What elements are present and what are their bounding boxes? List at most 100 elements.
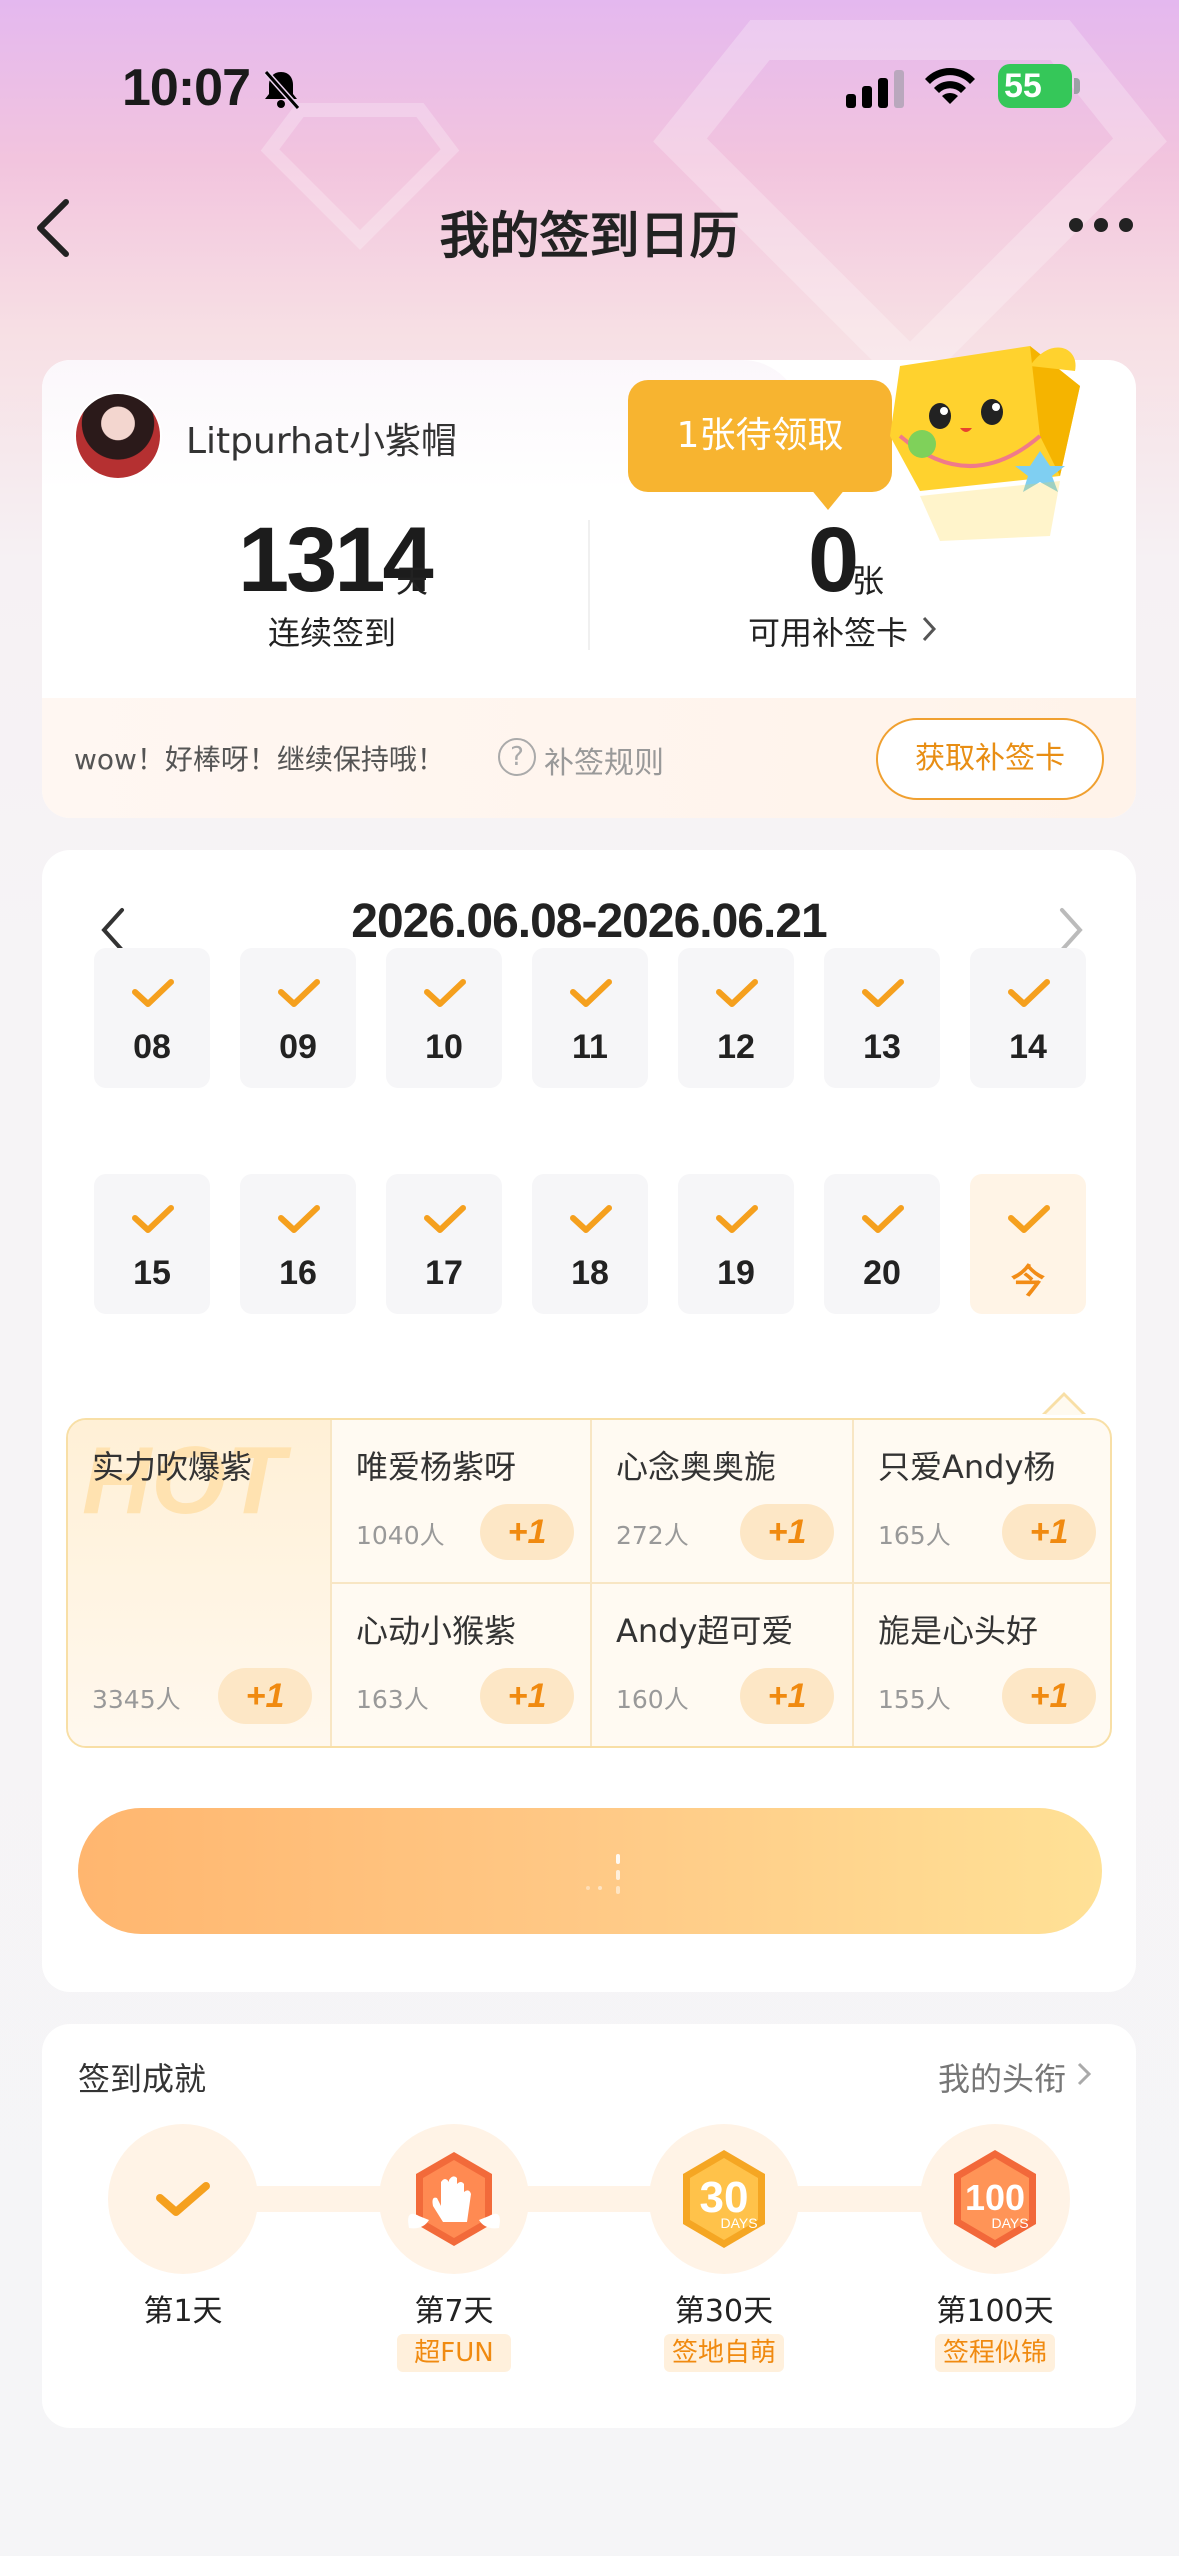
achievement-label-7: 第7天 (414, 2294, 494, 2329)
calendar-day-label: 17 (425, 1254, 463, 1292)
calendar-day[interactable]: 15 (94, 1174, 210, 1314)
pending-claim-tooltip[interactable]: 1张待领取 (628, 380, 892, 492)
makeup-cards-label[interactable]: 可用补签卡 (748, 608, 908, 654)
achievement-medal-100[interactable]: 100 DAYS (920, 2124, 1070, 2274)
encourage-text: wow！好棒呀！继续保持哦！ (74, 743, 445, 776)
ranking-plus-button[interactable]: +1 (480, 1504, 574, 1560)
streak-days-unit: 天 (396, 562, 429, 600)
badge-100-sub: DAYS (991, 2215, 1028, 2231)
bell-muted-icon (263, 70, 301, 110)
achievement-tag-30: 签地自萌 (664, 2334, 784, 2372)
my-titles-link[interactable]: 我的头衔 (938, 2054, 1066, 2100)
badge-30-sub: DAYS (720, 2215, 757, 2231)
ranking-item-count: 155人 (878, 1685, 951, 1714)
100-days-badge-icon: 100 DAYS (954, 2150, 1036, 2248)
checkmark-icon (132, 1205, 174, 1233)
wifi-icon (925, 68, 975, 104)
chevron-right-icon[interactable] (920, 614, 938, 644)
ranking-item[interactable]: 心念奥奥旎 272人 +1 (590, 1420, 850, 1582)
checkmark-icon (424, 1205, 466, 1233)
streak-days-label: 连续签到 (267, 614, 396, 652)
ranking-plus-button[interactable]: +1 (480, 1668, 574, 1724)
cellular-signal-icon (846, 70, 904, 108)
achievement-track (152, 2186, 1012, 2212)
calendar-day-label: 15 (133, 1254, 171, 1292)
checkmark-icon (1008, 1205, 1050, 1233)
help-icon[interactable]: ? (498, 738, 536, 776)
ranking-item-count: 272人 (616, 1521, 689, 1550)
checkmark-icon (570, 979, 612, 1007)
ranking-item[interactable]: Andy超可爱 160人 +1 (590, 1584, 850, 1746)
calendar-day-label: 08 (133, 1028, 171, 1066)
checkmark-icon (424, 979, 466, 1007)
ranking-item-name: 旎是心头好 (878, 1612, 1039, 1650)
get-makeup-card-button[interactable]: 获取补签卡 (876, 718, 1104, 800)
calendar-day[interactable]: 13 (824, 948, 940, 1088)
battery-level: 55 (998, 64, 1072, 108)
checkmark-icon (862, 979, 904, 1007)
calendar-card: 2026.06.08-2026.06.21 08 09 10 11 12 13 14 15 1… (42, 850, 1136, 1992)
week-range: 2026.06.08-2026.06.21 (351, 895, 827, 948)
ranking-item-name: 唯爱杨紫呀 (356, 1448, 517, 1486)
ranking-item[interactable]: 只爱Andy杨 165人 +1 (852, 1420, 1110, 1582)
calendar-day-label: 13 (863, 1028, 901, 1066)
achievement-medal-7[interactable] (379, 2124, 529, 2274)
achievements-title: 签到成就 (78, 2060, 207, 2098)
calendar-day[interactable]: 16 (240, 1174, 356, 1314)
ranking-plus-button[interactable]: +1 (740, 1668, 834, 1724)
calendar-day-label: 11 (572, 1028, 608, 1066)
ranking-item[interactable]: 唯爱杨紫呀 1040人 +1 (330, 1420, 590, 1582)
ranking-top-count: 3345人 (92, 1685, 181, 1714)
ranking-top-plus-button[interactable]: +1 (218, 1668, 312, 1724)
battery-icon: 55 (998, 64, 1080, 110)
ranking-item-name: Andy超可爱 (616, 1612, 794, 1650)
achievement-medal-30[interactable]: 30 DAYS (649, 2124, 799, 2274)
calendar-day-label: 18 (571, 1254, 609, 1292)
calendar-day[interactable]: 14 (970, 948, 1086, 1088)
ranking-plus-button[interactable]: +1 (1002, 1668, 1096, 1724)
makeup-cards-unit: 张 (852, 562, 885, 600)
calendar-day[interactable]: 10 (386, 948, 502, 1088)
ranking-item[interactable]: 心动小猴紫 163人 +1 (330, 1584, 590, 1746)
calendar-day-label: 16 (279, 1254, 317, 1292)
checkmark-icon (716, 979, 758, 1007)
ranking-top-name: 实力吹爆紫 (92, 1448, 253, 1486)
ranking-plus-button[interactable]: +1 (1002, 1504, 1096, 1560)
tooltip-arrow (810, 488, 846, 510)
chevron-right-icon[interactable] (1076, 2060, 1092, 2088)
calendar-day[interactable]: 20 (824, 1174, 940, 1314)
ranking-item[interactable]: 旎是心头好 155人 +1 (852, 1584, 1110, 1746)
status-time: 10:07 (122, 59, 251, 117)
more-options-icon[interactable] (1066, 210, 1136, 240)
checkmark-icon (570, 1205, 612, 1233)
calendar-day[interactable]: 09 (240, 948, 356, 1088)
calendar-day[interactable]: 18 (532, 1174, 648, 1314)
calendar-day-today[interactable]: 今 (970, 1174, 1086, 1314)
checkmark-icon (862, 1205, 904, 1233)
makeup-rules-link[interactable]: 补签规则 (544, 738, 664, 782)
calendar-day[interactable]: 19 (678, 1174, 794, 1314)
checkmark-icon (1008, 979, 1050, 1007)
calendar-day-label: 14 (1009, 1028, 1047, 1066)
ranking-item-count: 160人 (616, 1685, 689, 1714)
encourage-bar: wow！好棒呀！继续保持哦！ ? 补签规则 获取补签卡 (42, 698, 1136, 818)
calendar-day-label: 今 (1011, 1263, 1045, 1301)
ranking-top-item[interactable]: HOT 实力吹爆紫 3345人 +1 (68, 1420, 330, 1746)
avatar[interactable] (74, 392, 162, 480)
checkmark-icon (278, 979, 320, 1007)
ranking-plus-button[interactable]: +1 (740, 1504, 834, 1560)
badge-100-text: 100 (965, 2177, 1025, 2218)
signin-button[interactable] (78, 1808, 1102, 1934)
achievement-medal-1[interactable] (108, 2124, 258, 2274)
calendar-day[interactable]: 11 (532, 948, 648, 1088)
calendar-day[interactable]: 17 (386, 1174, 502, 1314)
loading-indicator-icon (586, 1854, 620, 1894)
support-ranking: HOT 实力吹爆紫 3345人 +1 唯爱杨紫呀 1040人 +1 心念奥奥旎 272人… (66, 1418, 1112, 1748)
calendar-day[interactable]: 08 (94, 948, 210, 1088)
calendar-day[interactable]: 12 (678, 948, 794, 1088)
mascot-icon (890, 346, 1080, 541)
checkmark-icon (132, 979, 174, 1007)
ranking-pointer-fill (1045, 1396, 1083, 1415)
calendar-day-label: 20 (863, 1254, 901, 1292)
page-title: 我的签到日历 (439, 207, 740, 265)
